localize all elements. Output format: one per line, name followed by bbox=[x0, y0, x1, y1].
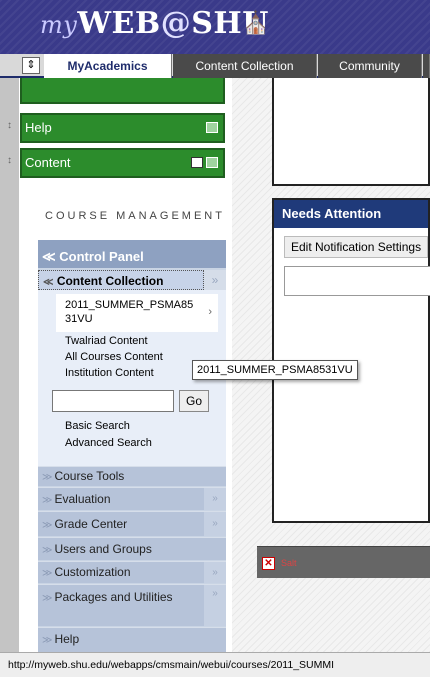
expand-chevron-icon: ≫ bbox=[42, 520, 53, 531]
site-logo[interactable]: myWEB@SHU bbox=[40, 6, 269, 41]
go-button[interactable]: Go bbox=[179, 390, 209, 412]
logo-web: WEB bbox=[77, 6, 161, 41]
section-label: Course Tools bbox=[54, 469, 125, 483]
expand-chevron-icon: ≫ bbox=[42, 495, 53, 506]
section-label: Customization bbox=[54, 565, 131, 579]
tab-more[interactable] bbox=[423, 54, 430, 78]
edit-icon[interactable] bbox=[191, 157, 203, 168]
broken-image-icon: ✕ bbox=[262, 557, 275, 570]
cp-section-course-tools[interactable]: ≫ Course Tools bbox=[38, 466, 226, 486]
control-panel-title: Control Panel bbox=[59, 249, 144, 264]
site-header: myWEB@SHU ⛪ ⇕ MyAcademics Content Collec… bbox=[0, 0, 430, 78]
expand-chevron-icon: ≫ bbox=[42, 593, 53, 604]
section-label: Users and Groups bbox=[54, 542, 152, 556]
collapse-chevron-icon: ≪ bbox=[43, 277, 54, 288]
tab-community[interactable]: Community bbox=[318, 54, 422, 78]
content-collection-header[interactable]: ≪ Content Collection bbox=[38, 270, 204, 290]
course-content-label: 2011_SUMMER_PSMA8531VU bbox=[65, 299, 194, 325]
salt-link[interactable]: Salt bbox=[281, 558, 297, 568]
edit-notification-settings-button[interactable]: Edit Notification Settings bbox=[284, 236, 429, 258]
drag-handle-icon[interactable]: ↕ bbox=[7, 155, 15, 166]
expand-icon[interactable] bbox=[206, 157, 218, 168]
control-panel: ≪ Control Panel ≪ Content Collection » 2… bbox=[38, 240, 226, 652]
tab-myacademics[interactable]: MyAcademics bbox=[44, 54, 172, 78]
collapse-toggle-icon[interactable]: ⇕ bbox=[22, 57, 40, 74]
building-icon: ⛪ bbox=[242, 10, 270, 35]
logo-at: @ bbox=[160, 6, 192, 41]
expand-arrow-icon[interactable]: » bbox=[204, 562, 226, 583]
module-panel-top bbox=[272, 78, 430, 186]
expand-chevron-icon: ≫ bbox=[42, 635, 53, 646]
module-content-label: Content bbox=[25, 155, 71, 170]
status-bar: http://myweb.shu.edu/webapps/cmsmain/web… bbox=[0, 652, 430, 677]
expand-arrow-icon[interactable]: » bbox=[204, 488, 226, 510]
collapse-chevron-icon: ≪ bbox=[42, 249, 56, 264]
bottom-bar: ✕ Salt bbox=[257, 546, 430, 578]
cp-section-evaluation[interactable]: ≫ Evaluation » bbox=[38, 487, 226, 510]
module-button-content[interactable]: Content bbox=[20, 148, 225, 178]
cc-item-twalriad[interactable]: Twalriad Content bbox=[65, 335, 148, 347]
tab-bar: ⇕ MyAcademics Content Collection Communi… bbox=[0, 54, 430, 78]
search-input[interactable] bbox=[52, 390, 174, 412]
cc-item-institution[interactable]: Institution Content bbox=[65, 367, 154, 379]
expand-chevron-icon: ≫ bbox=[42, 472, 53, 483]
content-collection-body: 2011_SUMMER_PSMA8531VU › Twalriad Conten… bbox=[38, 290, 226, 476]
expand-chevron-icon: ≫ bbox=[42, 568, 53, 579]
cp-section-users-groups[interactable]: ≫ Users and Groups bbox=[38, 537, 226, 560]
course-content-item[interactable]: 2011_SUMMER_PSMA8531VU › bbox=[56, 294, 218, 332]
advanced-search-link[interactable]: Advanced Search bbox=[65, 437, 152, 449]
module-help-label: Help bbox=[25, 120, 52, 135]
basic-search-link[interactable]: Basic Search bbox=[65, 420, 130, 432]
cp-section-grade-center[interactable]: ≫ Grade Center » bbox=[38, 511, 226, 536]
expand-icon[interactable] bbox=[206, 122, 218, 133]
needs-attention-title: Needs Attention bbox=[274, 200, 428, 228]
control-panel-header[interactable]: ≪ Control Panel bbox=[38, 240, 226, 268]
drag-handle-icon[interactable]: ↕ bbox=[7, 120, 15, 131]
section-label: Grade Center bbox=[54, 517, 128, 531]
cp-section-packages[interactable]: ≫ Packages and Utilities » bbox=[38, 584, 226, 626]
section-label: Evaluation bbox=[54, 492, 111, 506]
expand-arrow-icon[interactable]: » bbox=[204, 585, 226, 626]
course-management-title: COURSE MANAGEMENT bbox=[45, 210, 225, 222]
expand-arrow-icon[interactable]: » bbox=[204, 270, 226, 290]
section-label: Packages and Utilities bbox=[54, 590, 173, 604]
section-label: Help bbox=[54, 632, 80, 646]
logo-my: my bbox=[40, 11, 78, 39]
chevron-right-icon: › bbox=[208, 306, 212, 318]
tab-content-collection[interactable]: Content Collection bbox=[173, 54, 317, 78]
tooltip: 2011_SUMMER_PSMA8531VU bbox=[192, 360, 358, 380]
expand-arrow-icon[interactable]: » bbox=[204, 512, 226, 536]
cp-section-customization[interactable]: ≫ Customization » bbox=[38, 561, 226, 583]
content-collection-label: Content Collection bbox=[56, 274, 164, 288]
cc-item-all-courses[interactable]: All Courses Content bbox=[65, 351, 163, 363]
module-button-help[interactable]: Help bbox=[20, 113, 225, 143]
cp-section-help[interactable]: ≫ Help bbox=[38, 627, 226, 652]
expand-chevron-icon: ≫ bbox=[42, 545, 53, 556]
notification-list bbox=[284, 266, 430, 296]
module-button-top[interactable] bbox=[20, 78, 225, 104]
